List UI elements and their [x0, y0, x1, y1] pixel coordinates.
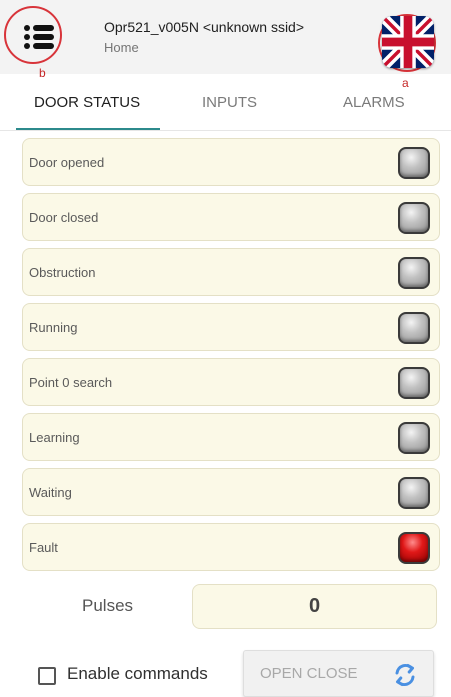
status-row-fault: Fault: [22, 523, 440, 571]
tab-inputs[interactable]: INPUTS: [202, 94, 257, 111]
open-close-button[interactable]: OPEN CLOSE: [243, 650, 434, 697]
uk-flag-icon[interactable]: [382, 16, 434, 68]
status-indicator-off: [398, 202, 430, 234]
tab-divider: [0, 130, 451, 131]
status-label: Waiting: [29, 485, 72, 500]
enable-commands-checkbox[interactable]: [38, 667, 56, 685]
status-row-obstruction: Obstruction: [22, 248, 440, 296]
tab-alarms[interactable]: ALARMS: [343, 94, 405, 111]
status-indicator-on: [398, 532, 430, 564]
status-label: Point 0 search: [29, 375, 113, 390]
pulses-counter-box: 0: [192, 584, 437, 629]
status-indicator-off: [398, 147, 430, 179]
pulses-label: Pulses: [82, 596, 134, 615]
pulses-value: 0: [308, 595, 321, 617]
status-indicator-off: [398, 312, 430, 344]
status-row-learning: Learning: [22, 413, 440, 461]
device-title: Opr521_v005N <unknown ssid>: [104, 19, 305, 35]
annotation-label-b: b: [39, 66, 46, 80]
status-label: Obstruction: [29, 265, 96, 280]
status-row-door-closed: Door closed: [22, 193, 440, 241]
status-row-point-0-search: Point 0 search: [22, 358, 440, 406]
status-row-waiting: Waiting: [22, 468, 440, 516]
tab-bar: DOOR STATUS INPUTS ALARMS: [0, 88, 451, 134]
status-label: Door closed: [29, 210, 99, 225]
status-row-door-opened: Door opened: [22, 138, 440, 186]
status-row-running: Running: [22, 303, 440, 351]
status-label: Door opened: [29, 155, 105, 170]
status-indicator-off: [398, 257, 430, 289]
tab-door-status[interactable]: DOOR STATUS: [34, 94, 140, 111]
open-close-label: OPEN CLOSE: [260, 665, 358, 682]
enable-commands-label[interactable]: Enable commands: [67, 664, 208, 684]
door-status-list: Door opened Door closed Obstruction Runn…: [22, 138, 440, 578]
hamburger-menu-icon[interactable]: [24, 24, 54, 50]
app-header: b Opr521_v005N <unknown ssid> Home: [0, 0, 451, 80]
page-subtitle: Home: [104, 40, 139, 55]
status-indicator-off: [398, 477, 430, 509]
status-label: Fault: [29, 540, 58, 555]
status-label: Running: [29, 320, 78, 335]
status-label: Learning: [29, 430, 80, 445]
status-indicator-off: [398, 422, 430, 454]
status-indicator-off: [398, 367, 430, 399]
refresh-icon: [395, 663, 415, 687]
